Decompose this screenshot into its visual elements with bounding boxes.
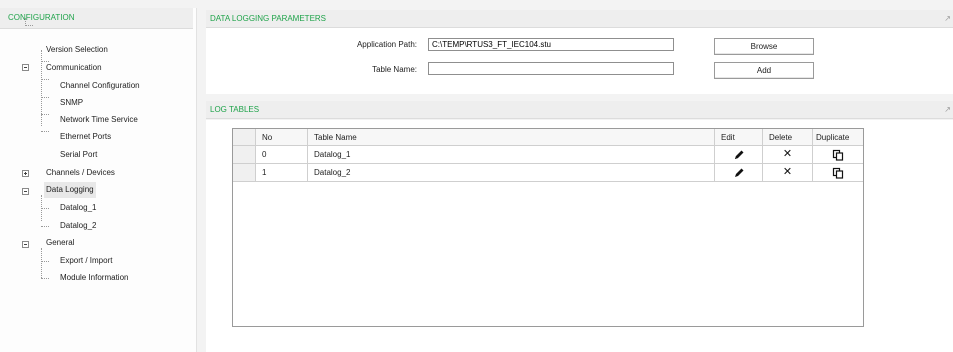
data-logging-parameters-panel: Application Path: Browse Table Name: Add bbox=[206, 28, 953, 94]
pencil-icon[interactable] bbox=[733, 167, 745, 179]
duplicate-icon[interactable] bbox=[832, 149, 844, 161]
row-table-name: Datalog_2 bbox=[308, 164, 715, 181]
table-row[interactable]: 1 Datalog_2 ✕ bbox=[233, 164, 863, 182]
log-tables-grid: No Table Name Edit Delete Duplicate 0 Da… bbox=[232, 128, 864, 327]
tree-item-label: Datalog_2 bbox=[60, 221, 97, 230]
configuration-panel: CONFIGURATION Version Selection Communic… bbox=[0, 8, 197, 352]
tree-item-label: Channels / Devices bbox=[46, 168, 115, 177]
tree-item-label: Communication bbox=[46, 63, 102, 72]
delete-x-icon[interactable]: ✕ bbox=[763, 164, 813, 181]
tree-line bbox=[41, 261, 49, 262]
section-title: LOG TABLES bbox=[210, 105, 260, 114]
column-header-edit[interactable]: Edit bbox=[715, 129, 763, 145]
tree-line bbox=[41, 208, 49, 209]
table-name-label: Table Name: bbox=[372, 65, 417, 74]
tree-item-label: SNMP bbox=[60, 98, 84, 107]
tree-item-label: General bbox=[46, 238, 75, 247]
collapse-data-logging-icon[interactable] bbox=[22, 188, 29, 195]
tree-line bbox=[41, 79, 49, 80]
browse-button[interactable]: Browse bbox=[714, 38, 814, 55]
row-selector[interactable] bbox=[233, 164, 256, 181]
tree-item-label: Network Time Service bbox=[60, 115, 138, 124]
table-header-row: No Table Name Edit Delete Duplicate bbox=[233, 129, 863, 146]
application-path-label: Application Path: bbox=[356, 40, 417, 49]
tree-item-label: Version Selection bbox=[46, 45, 108, 54]
tree-item-label: Export / Import bbox=[60, 256, 113, 265]
tree-item-label: Module Information bbox=[60, 273, 129, 282]
tree-line bbox=[41, 97, 49, 98]
tree-line bbox=[41, 226, 49, 227]
tree-item-label: Channel Configuration bbox=[60, 81, 140, 90]
tree-line bbox=[41, 131, 49, 132]
duplicate-cell bbox=[813, 164, 863, 181]
edit-cell bbox=[715, 164, 763, 181]
section-title: DATA LOGGING PARAMETERS bbox=[210, 14, 327, 23]
log-tables-header[interactable]: LOG TABLES ↗ bbox=[206, 101, 953, 119]
add-button[interactable]: Add bbox=[714, 62, 814, 79]
data-logging-parameters-header[interactable]: DATA LOGGING PARAMETERS ↗ bbox=[206, 10, 953, 28]
column-header-duplicate[interactable]: Duplicate bbox=[813, 129, 863, 145]
collapse-arrow-icon[interactable]: ↗ bbox=[944, 101, 951, 119]
collapse-arrow-icon[interactable]: ↗ bbox=[944, 10, 951, 28]
edit-cell bbox=[715, 146, 763, 163]
column-header-no[interactable]: No bbox=[256, 129, 308, 145]
row-selector-header bbox=[233, 129, 256, 145]
pencil-icon[interactable] bbox=[733, 149, 745, 161]
tree-item-label: Datalog_1 bbox=[60, 203, 97, 212]
column-header-table-name[interactable]: Table Name bbox=[308, 129, 715, 145]
table-name-input[interactable] bbox=[428, 62, 674, 75]
application-path-input[interactable] bbox=[428, 38, 674, 51]
delete-x-icon[interactable]: ✕ bbox=[763, 146, 813, 163]
row-no: 0 bbox=[256, 146, 308, 163]
table-row[interactable]: 0 Datalog_1 ✕ bbox=[233, 146, 863, 164]
duplicate-cell bbox=[813, 146, 863, 163]
column-header-delete[interactable]: Delete bbox=[763, 129, 813, 145]
tree-line bbox=[41, 248, 42, 278]
row-table-name: Datalog_1 bbox=[308, 146, 715, 163]
collapse-communication-icon[interactable] bbox=[22, 64, 29, 71]
tree-item-label: Ethernet Ports bbox=[60, 132, 112, 141]
tree-line bbox=[25, 25, 33, 26]
collapse-general-icon[interactable] bbox=[22, 241, 29, 248]
row-no: 1 bbox=[256, 164, 308, 181]
tree-line bbox=[41, 114, 49, 115]
duplicate-icon[interactable] bbox=[832, 167, 844, 179]
expand-channels-devices-icon[interactable] bbox=[22, 170, 29, 177]
tree-item-label: Serial Port bbox=[60, 150, 98, 159]
tree-line bbox=[41, 278, 49, 279]
row-selector[interactable] bbox=[233, 146, 256, 163]
tree-item-label: Data Logging bbox=[44, 182, 96, 198]
